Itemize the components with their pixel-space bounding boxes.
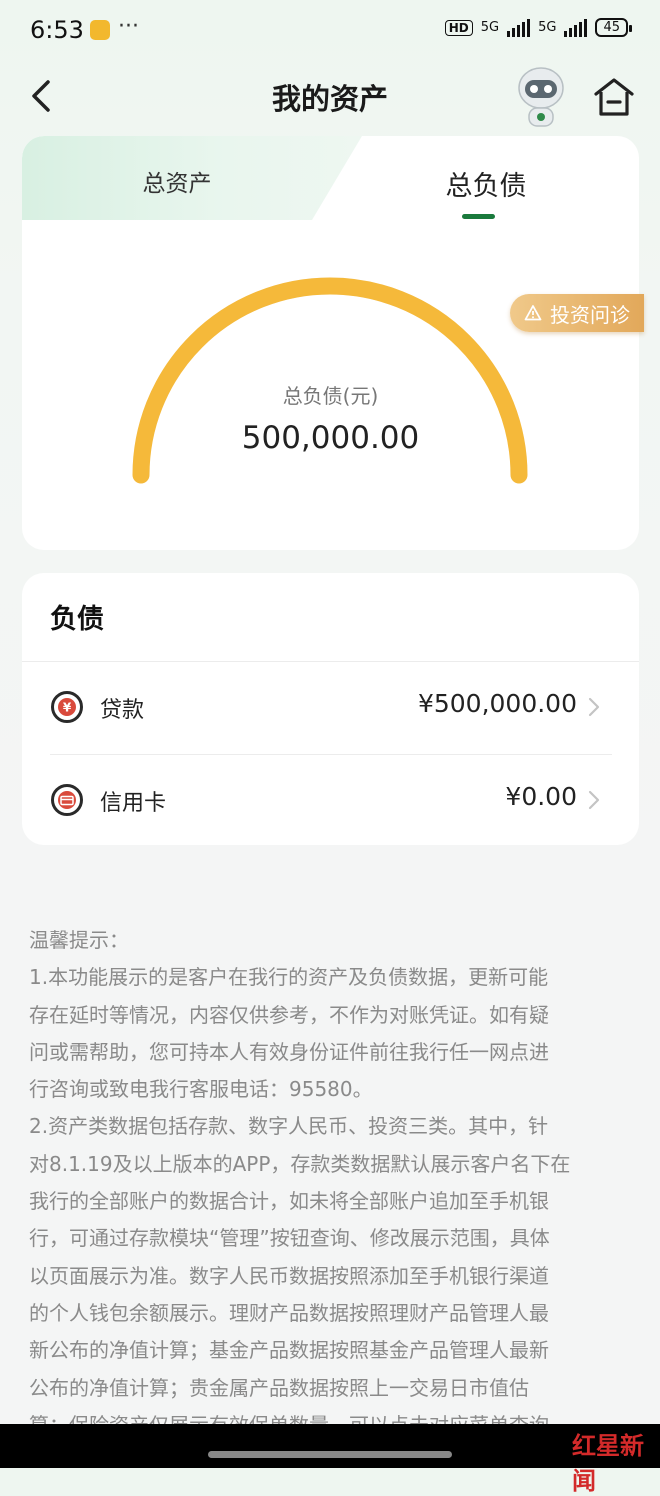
liability-row-loan[interactable]: ¥ 贷款 ¥500,000.00 xyxy=(22,662,639,754)
status-time: 6:53 xyxy=(30,16,84,44)
tab-total-liabilities-label[interactable]: 总负债 xyxy=(372,164,600,203)
tips-line: 1.本功能展示的是客户在我行的资产及负债数据，更新可能 xyxy=(29,965,549,990)
liabilities-card: 负债 ¥ 贷款 ¥500,000.00 信用卡 ¥0.00 xyxy=(22,573,639,845)
robot-assistant-icon[interactable] xyxy=(510,64,572,130)
tips-line: 以页面展示为准。数字人民币数据按照添加至手机银行渠道 xyxy=(29,1263,549,1288)
chevron-right-icon xyxy=(588,697,600,717)
credit-card-amount: ¥0.00 xyxy=(505,782,577,811)
nav-bar: 我的资产 xyxy=(0,62,660,134)
signal-icon xyxy=(507,18,531,37)
gesture-bar xyxy=(0,1424,660,1468)
tips-line: 行咨询或致电我行客服电话：95580。 xyxy=(29,1077,373,1102)
network-label-1: 5G xyxy=(480,20,500,35)
tips-line: 2.资产类数据包括存款、数字人民币、投资三类。其中，针 xyxy=(29,1114,549,1139)
liability-row-credit-card[interactable]: 信用卡 ¥0.00 xyxy=(22,755,639,847)
tips-line: 的个人钱包余额展示。理财产品数据按照理财产品管理人最 xyxy=(29,1300,549,1325)
tips-line: 公布的净值计算；贵金属产品数据按照上一交易日市值估 xyxy=(29,1375,529,1400)
warning-triangle-icon xyxy=(524,305,542,321)
home-icon[interactable] xyxy=(592,76,636,118)
signal-icon-2 xyxy=(564,18,588,37)
svg-text:¥: ¥ xyxy=(63,701,72,715)
loan-label: 贷款 xyxy=(100,698,145,723)
investment-advice-button[interactable]: 投资问诊 xyxy=(510,294,644,332)
tips-line: 行，可通过存款模块“管理”按钮查询、修改展示范围，具体 xyxy=(29,1226,550,1251)
liabilities-title: 负债 xyxy=(50,604,104,635)
tips-line: 我行的全部账户的数据合计，如未将全部账户追加至手机银 xyxy=(29,1189,549,1214)
watermark-text: 红星新闻 xyxy=(572,1431,644,1495)
tips-line: 对8.1.19及以上版本的APP，存款类数据默认展示客户名下在 xyxy=(29,1151,571,1176)
loan-amount: ¥500,000.00 xyxy=(417,689,577,718)
tips-section: 温馨提示： 1.本功能展示的是客户在我行的资产及负债数据，更新可能 存在延时等情… xyxy=(29,922,634,1444)
tips-line: 问或需帮助，您可持本人有效身份证件前往我行任一网点进 xyxy=(29,1039,549,1064)
tips-line: 温馨提示： xyxy=(29,928,129,952)
gauge-label: 总负债(元) xyxy=(282,384,379,408)
credit-card-icon xyxy=(51,784,83,816)
yuan-icon: ¥ xyxy=(51,691,83,723)
hd-icon: HD xyxy=(444,19,473,36)
more-notifications-icon: ··· xyxy=(118,14,139,39)
tips-line: 存在延时等情况，内容仅供参考，不作为对账凭证。如有疑 xyxy=(29,1002,549,1027)
gauge-value: 500,000.00 xyxy=(241,420,420,456)
tab-total-assets-label[interactable]: 总资产 xyxy=(22,164,332,198)
status-bar: 6:53 ··· HD 5G 5G 45 xyxy=(0,0,660,62)
home-indicator[interactable] xyxy=(208,1451,452,1458)
chevron-right-icon xyxy=(588,790,600,810)
battery-icon: 45 xyxy=(595,18,632,37)
summary-card: 总资产 总负债 总负债(元) 500,000.00 xyxy=(22,136,639,550)
tips-line: 新公布的净值计算；基金产品数据按照基金产品管理人最新 xyxy=(29,1338,549,1363)
watermark-logo: 红星新闻 xyxy=(572,1420,660,1495)
notification-icon xyxy=(90,20,110,40)
status-indicators: HD 5G 5G 45 xyxy=(444,18,632,37)
active-tab-indicator xyxy=(462,214,495,219)
investment-advice-label: 投资问诊 xyxy=(550,302,630,327)
credit-card-label: 信用卡 xyxy=(100,791,167,816)
network-label-2: 5G xyxy=(538,20,557,35)
